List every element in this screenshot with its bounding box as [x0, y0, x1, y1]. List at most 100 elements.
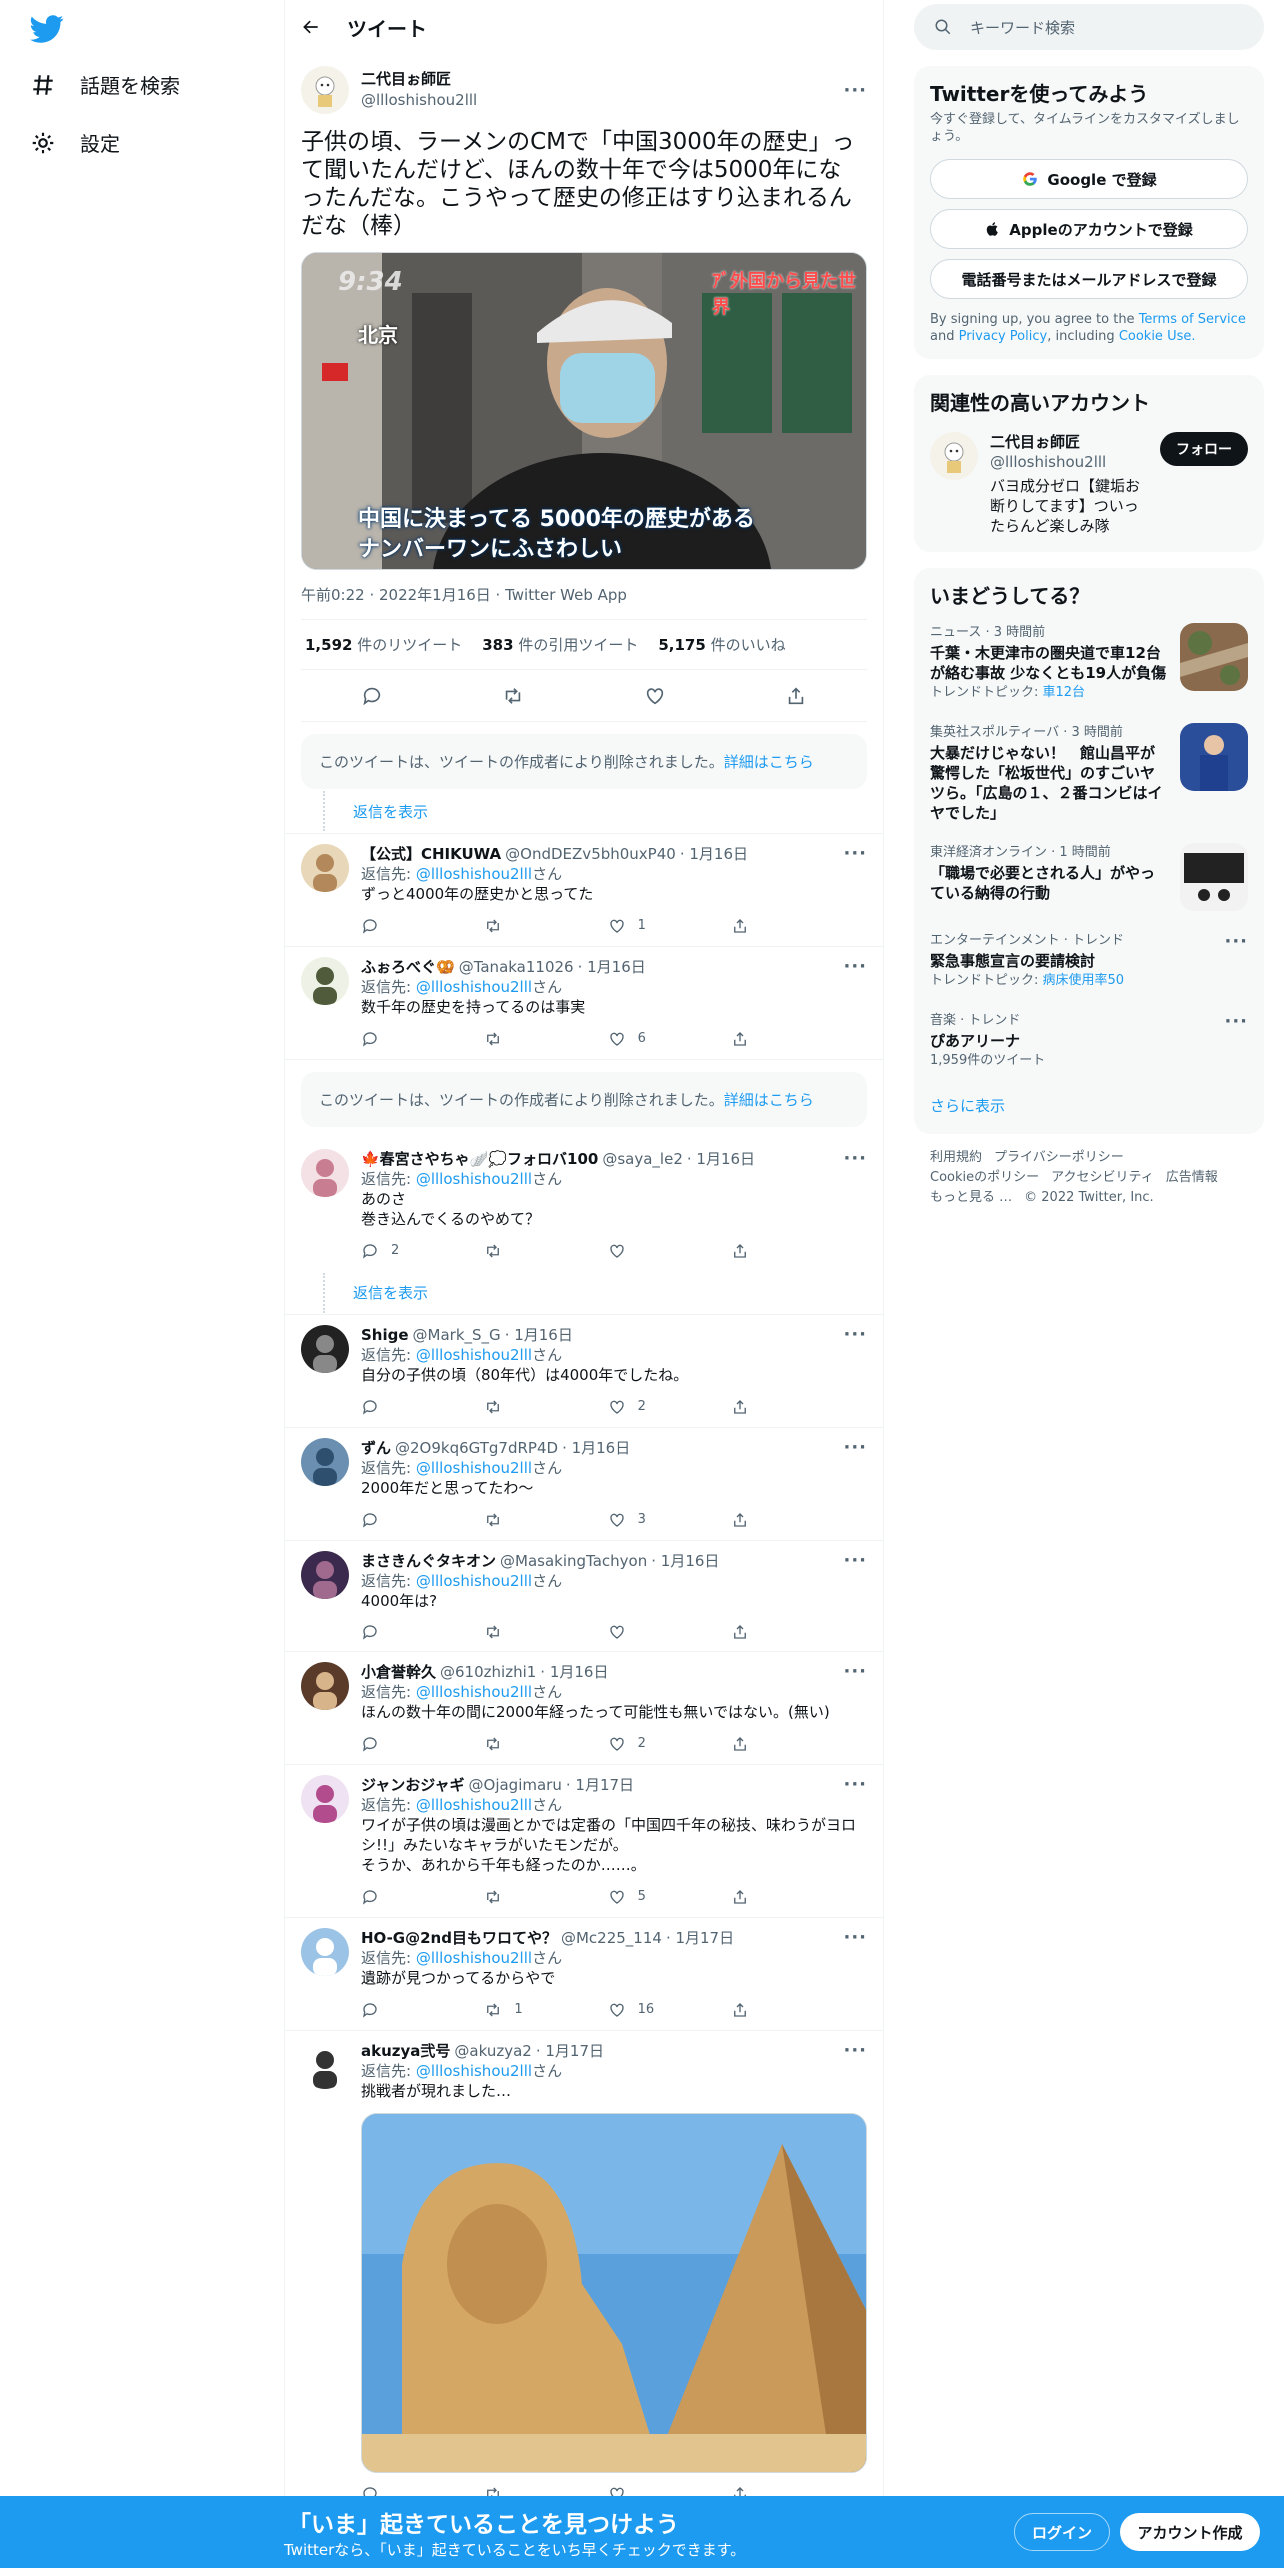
footer-privacy-link[interactable]: プライバシーポリシー: [994, 1150, 1124, 1165]
back-arrow-icon[interactable]: [301, 17, 321, 37]
trend-item[interactable]: 音楽 · トレンド ぴあアリーナ 1,959件のツイート ···: [914, 1001, 1264, 1081]
reply-tweet[interactable]: HO-G@2nd目もワロてや？ @Mc225_114 · 1月17日 ··· 返信先: …: [285, 1918, 883, 2031]
search-box[interactable]: キーワード検索: [914, 4, 1264, 50]
footer-ads-link[interactable]: 広告情報: [1166, 1170, 1218, 1185]
avatar[interactable]: [301, 66, 349, 114]
avatar[interactable]: [301, 1551, 349, 1599]
trend-topic-link[interactable]: 車12台: [1043, 685, 1086, 700]
nav-settings[interactable]: 設定: [30, 128, 120, 157]
reply-author-handle[interactable]: @Mark_S_G: [413, 1325, 501, 1345]
nav-explore[interactable]: 話題を検索: [30, 70, 180, 99]
footer-terms-link[interactable]: 利用規約: [930, 1150, 982, 1165]
more-options-icon[interactable]: ···: [843, 957, 867, 977]
retweet-button[interactable]: [484, 1734, 544, 1754]
avatar[interactable]: [301, 2041, 349, 2089]
privacy-link[interactable]: Privacy Policy: [959, 329, 1048, 344]
share-button[interactable]: [731, 1510, 791, 1530]
reply-author-handle[interactable]: @Mc225_114: [561, 1928, 662, 1948]
reply-author-handle[interactable]: @OndDEZv5bh0uxP40: [505, 844, 676, 864]
reply-date[interactable]: · 1月16日: [680, 844, 748, 864]
reply-date[interactable]: · 1月17日: [536, 2041, 604, 2061]
twitter-logo-icon[interactable]: [30, 12, 66, 48]
reply-icon[interactable]: [361, 685, 383, 707]
apple-signup-button[interactable]: Appleのアカウントで登録: [930, 209, 1248, 249]
trend-topic-link[interactable]: 病床使用率50: [1043, 973, 1125, 988]
reply-button[interactable]: 2: [361, 1241, 421, 1261]
reply-date[interactable]: · 1月17日: [566, 1775, 634, 1795]
reply-author-name[interactable]: 小倉誉幹久: [361, 1662, 436, 1682]
footer-cookie-link[interactable]: Cookieのポリシー: [930, 1170, 1039, 1185]
more-options-icon[interactable]: ···: [843, 1551, 867, 1571]
reply-date[interactable]: · 1月16日: [651, 1551, 719, 1571]
share-button[interactable]: [731, 1029, 791, 1049]
deleted-notice-link[interactable]: 詳細はこちら: [724, 1091, 814, 1109]
reply-author-name[interactable]: ずん: [361, 1438, 391, 1458]
like-button[interactable]: 1: [608, 916, 668, 936]
retweet-button[interactable]: [484, 1887, 544, 1907]
avatar[interactable]: [301, 844, 349, 892]
reply-to-handle-link[interactable]: @llloshishou2lll: [416, 978, 532, 996]
reply-button[interactable]: [361, 1623, 421, 1641]
retweet-button[interactable]: [484, 1397, 544, 1417]
tweet-media-image[interactable]: 9:34 北京 ｱﾞ外国から見た世界 中国に決まってる 5000年の歴史がある …: [301, 252, 867, 570]
reply-author-handle[interactable]: @Ojagimaru: [469, 1775, 562, 1795]
avatar[interactable]: [301, 1325, 349, 1373]
phone-signup-button[interactable]: 電話番号またはメールアドレスで登録: [930, 259, 1248, 299]
reply-author-name[interactable]: 🍁春宮さやちゃ🪽💭フォロバ100: [361, 1149, 598, 1169]
reply-button[interactable]: [361, 1510, 421, 1530]
related-account[interactable]: 二代目ぉ師匠 @llloshishou2lll バヨ成分ゼロ【鍵垢お断りしてます…: [914, 420, 1264, 552]
avatar[interactable]: [301, 1928, 349, 1976]
reply-author-name[interactable]: HO-G@2nd目もワロてや？: [361, 1928, 557, 1948]
more-options-icon[interactable]: ···: [843, 844, 867, 864]
reply-date[interactable]: · 1月16日: [578, 957, 646, 977]
more-options-icon[interactable]: ···: [1224, 1011, 1248, 1071]
more-options-icon[interactable]: ···: [843, 1325, 867, 1345]
retweet-button[interactable]: [484, 1510, 544, 1530]
retweet-button[interactable]: 1: [484, 2000, 544, 2020]
like-button[interactable]: [608, 1241, 668, 1261]
reply-to-handle-link[interactable]: @llloshishou2lll: [416, 865, 532, 883]
share-icon[interactable]: [785, 685, 807, 707]
reply-author-name[interactable]: まさきんぐタキオン: [361, 1551, 496, 1571]
reply-author-handle[interactable]: @akuzya2: [454, 2041, 531, 2061]
trend-item[interactable]: 東洋経済オンライン · 1 時間前 「職場で必要とされる人」がやっている納得の行…: [914, 833, 1264, 921]
reply-tweet[interactable]: 【公式】CHIKUWA @OndDEZv5bh0uxP40 · 1月16日 ··· 返信…: [285, 834, 883, 947]
reply-author-name[interactable]: Shige: [361, 1325, 409, 1345]
like-button[interactable]: 5: [608, 1887, 668, 1907]
terms-link[interactable]: Terms of Service: [1139, 312, 1246, 327]
trend-item[interactable]: ニュース · 3 時間前 千葉・木更津市の圏央道で車12台が絡む事故 少なくとも…: [914, 613, 1264, 713]
reply-date[interactable]: · 1月16日: [505, 1325, 573, 1345]
more-options-icon[interactable]: ···: [843, 80, 867, 101]
avatar[interactable]: [301, 1438, 349, 1486]
reply-author-handle[interactable]: @Tanaka11026: [459, 957, 574, 977]
share-button[interactable]: [731, 1734, 791, 1754]
reply-to-handle-link[interactable]: @llloshishou2lll: [416, 1572, 532, 1590]
reply-author-name[interactable]: 【公式】CHIKUWA: [361, 844, 501, 864]
retweet-button[interactable]: [484, 1623, 544, 1641]
reply-tweet[interactable]: 🍁春宮さやちゃ🪽💭フォロバ100 @saya_le2 · 1月16日 ··· 返信先: …: [285, 1139, 883, 1271]
avatar[interactable]: [301, 1149, 349, 1197]
like-button[interactable]: 16: [608, 2000, 668, 2020]
more-options-icon[interactable]: ···: [843, 1775, 867, 1795]
avatar[interactable]: [301, 1775, 349, 1823]
reply-author-name[interactable]: ふぉろべぐ🥨: [361, 957, 455, 977]
reply-tweet[interactable]: ふぉろべぐ🥨 @Tanaka11026 · 1月16日 ··· 返信先: @lllosh…: [285, 947, 883, 1060]
more-options-icon[interactable]: ···: [843, 1149, 867, 1169]
share-button[interactable]: [731, 1887, 791, 1907]
like-button[interactable]: 3: [608, 1510, 668, 1530]
reply-to-handle-link[interactable]: @llloshishou2lll: [416, 1346, 532, 1364]
tweet-meta[interactable]: 午前0:22 · 2022年1月16日 · Twitter Web App: [301, 584, 867, 620]
retweet-button[interactable]: [484, 1241, 544, 1261]
author-handle[interactable]: @llloshishou2lll: [361, 90, 843, 111]
reply-author-handle[interactable]: @2O9kq6GTg7dRP4D: [395, 1438, 558, 1458]
show-replies-link[interactable]: 返信を表示: [353, 1282, 428, 1303]
author-name[interactable]: 二代目ぉ師匠: [361, 69, 843, 90]
quotes-stat[interactable]: 383 件の引用ツイート: [482, 634, 638, 655]
reply-tweet[interactable]: Shige @Mark_S_G · 1月16日 ··· 返信先: @llloshisho…: [285, 1315, 883, 1428]
like-button[interactable]: [608, 1623, 668, 1641]
reply-to-handle-link[interactable]: @llloshishou2lll: [416, 1683, 532, 1701]
retweet-button[interactable]: [484, 1029, 544, 1049]
reply-author-name[interactable]: ジャンおジャギ: [361, 1775, 465, 1795]
google-signup-button[interactable]: Google で登録: [930, 159, 1248, 199]
share-button[interactable]: [731, 1623, 791, 1641]
